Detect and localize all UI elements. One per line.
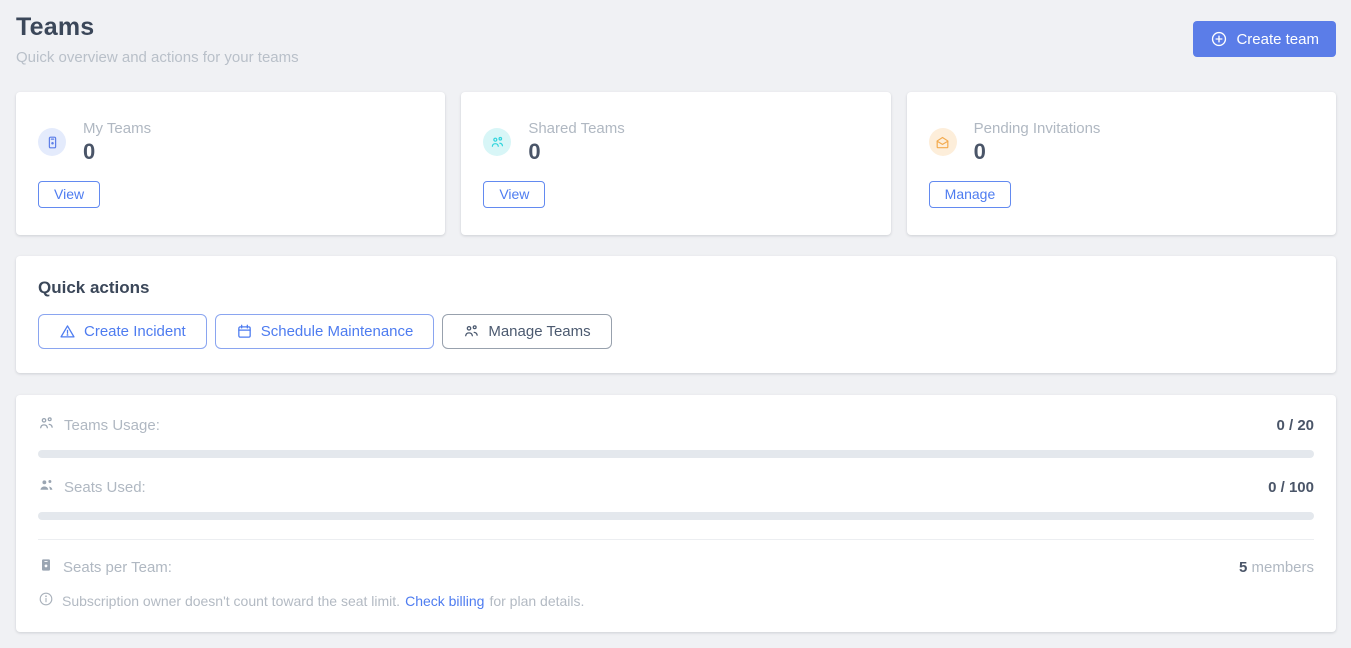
info-icon xyxy=(38,591,62,610)
teams-page: Teams Quick overview and actions for you… xyxy=(0,0,1351,648)
my-teams-stat: My Teams 0 xyxy=(83,120,151,164)
note-text-before: Subscription owner doesn't count toward … xyxy=(62,593,400,609)
create-incident-button[interactable]: Create Incident xyxy=(38,314,207,349)
seats-used-head: Seats Used: 0 / 100 xyxy=(38,477,1314,498)
team-outline-icon xyxy=(38,415,55,436)
manage-teams-button[interactable]: Manage Teams xyxy=(442,314,611,349)
pending-invitations-manage-button[interactable]: Manage xyxy=(929,181,1012,208)
my-teams-card-top: My Teams 0 xyxy=(38,120,423,164)
people-filled-icon xyxy=(38,477,55,498)
stat-cards-row: My Teams 0 View Shared Teams 0 View xyxy=(16,92,1336,235)
pending-invitations-card: Pending Invitations 0 Manage xyxy=(907,92,1336,235)
my-teams-value: 0 xyxy=(83,140,151,164)
page-title: Teams xyxy=(16,13,299,42)
shared-teams-label: Shared Teams xyxy=(528,120,624,137)
seats-per-team-unit: members xyxy=(1251,559,1314,576)
my-teams-label: My Teams xyxy=(83,120,151,137)
pending-invitations-stat: Pending Invitations 0 xyxy=(974,120,1101,164)
teams-usage-progressbar xyxy=(38,450,1314,458)
seats-used-label-wrap: Seats Used: xyxy=(38,477,146,498)
badge-filled-icon xyxy=(38,557,54,577)
teams-usage-head: Teams Usage: 0 / 20 xyxy=(38,415,1314,436)
create-incident-label: Create Incident xyxy=(84,323,186,340)
page-header-text: Teams Quick overview and actions for you… xyxy=(16,13,299,66)
plus-circle-icon xyxy=(1210,30,1228,48)
shared-teams-card: Shared Teams 0 View xyxy=(461,92,890,235)
quick-actions-buttons: Create Incident Schedule Maintenance Man… xyxy=(38,314,1314,349)
seats-per-team-row: Seats per Team: 5 members xyxy=(38,557,1314,577)
create-team-label: Create team xyxy=(1236,31,1319,48)
seats-per-team-label: Seats per Team: xyxy=(63,559,172,576)
pending-invitations-value: 0 xyxy=(974,140,1101,164)
seats-per-team-value-wrap: 5 members xyxy=(1239,559,1314,576)
teams-usage-group: Teams Usage: 0 / 20 xyxy=(38,415,1314,458)
shared-teams-value: 0 xyxy=(528,140,624,164)
schedule-maintenance-button[interactable]: Schedule Maintenance xyxy=(215,314,435,349)
teams-usage-value: 0 / 20 xyxy=(1276,417,1314,434)
pending-invitations-card-top: Pending Invitations 0 xyxy=(929,120,1314,164)
team-icon xyxy=(463,323,480,340)
check-billing-link[interactable]: Check billing xyxy=(405,593,484,609)
quick-actions-title: Quick actions xyxy=(38,278,1314,298)
usage-card: Teams Usage: 0 / 20 Seats Used: 0 / xyxy=(16,395,1336,632)
pending-invitations-label: Pending Invitations xyxy=(974,120,1101,137)
seat-limit-note: Subscription owner doesn't count toward … xyxy=(38,591,1314,610)
page-subtitle: Quick overview and actions for your team… xyxy=(16,49,299,66)
shared-teams-stat: Shared Teams 0 xyxy=(528,120,624,164)
seats-used-progressbar xyxy=(38,512,1314,520)
quick-actions-card: Quick actions Create Incident Schedule M… xyxy=(16,256,1336,373)
shared-teams-view-button[interactable]: View xyxy=(483,181,545,208)
seats-used-value: 0 / 100 xyxy=(1268,479,1314,496)
my-teams-view-button[interactable]: View xyxy=(38,181,100,208)
teams-usage-label: Teams Usage: xyxy=(64,417,160,434)
create-team-button[interactable]: Create team xyxy=(1193,21,1336,57)
shared-teams-card-top: Shared Teams 0 xyxy=(483,120,868,164)
seats-per-team-value: 5 xyxy=(1239,559,1247,576)
teams-usage-label-wrap: Teams Usage: xyxy=(38,415,160,436)
manage-teams-label: Manage Teams xyxy=(488,323,590,340)
seats-used-label: Seats Used: xyxy=(64,479,146,496)
mail-open-icon xyxy=(929,128,957,156)
usage-divider xyxy=(38,539,1314,540)
seats-used-group: Seats Used: 0 / 100 xyxy=(38,477,1314,520)
page-header: Teams Quick overview and actions for you… xyxy=(16,13,1336,66)
my-teams-card: My Teams 0 View xyxy=(16,92,445,235)
badge-icon xyxy=(38,128,66,156)
schedule-maintenance-label: Schedule Maintenance xyxy=(261,323,414,340)
warning-icon xyxy=(59,323,76,340)
calendar-icon xyxy=(236,323,253,340)
seats-per-team-label-wrap: Seats per Team: xyxy=(38,557,172,577)
team-icon xyxy=(483,128,511,156)
note-text-after: for plan details. xyxy=(489,593,584,609)
